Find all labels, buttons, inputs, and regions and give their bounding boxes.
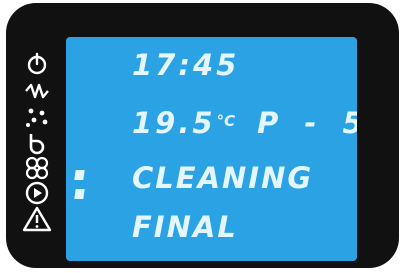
clock-display: 17:45	[132, 48, 240, 82]
phase-display: FINAL	[132, 210, 238, 244]
spin-icon	[20, 130, 54, 156]
temperature-unit: °C	[216, 112, 236, 130]
controller-panel: 17:45 19.5°C P - 5 CLEANING FINAL	[6, 3, 399, 268]
temperature-row: 19.5°C P - 5	[132, 106, 357, 140]
temperature-value: 19.5	[132, 106, 216, 140]
indicator-segment-lower	[74, 189, 85, 199]
fan-icon	[20, 155, 54, 181]
program-display: P - 5	[257, 106, 357, 140]
indicator-segment-upper	[74, 170, 85, 180]
sparkle-icon	[20, 104, 54, 130]
lcd-screen: 17:45 19.5°C P - 5 CLEANING FINAL	[66, 37, 357, 261]
power-icon	[20, 51, 54, 77]
lightning-icon	[20, 78, 54, 104]
play-icon	[20, 180, 54, 206]
status-icon-strip	[20, 51, 54, 256]
status-display: CLEANING	[132, 161, 314, 195]
warning-icon	[20, 206, 54, 232]
